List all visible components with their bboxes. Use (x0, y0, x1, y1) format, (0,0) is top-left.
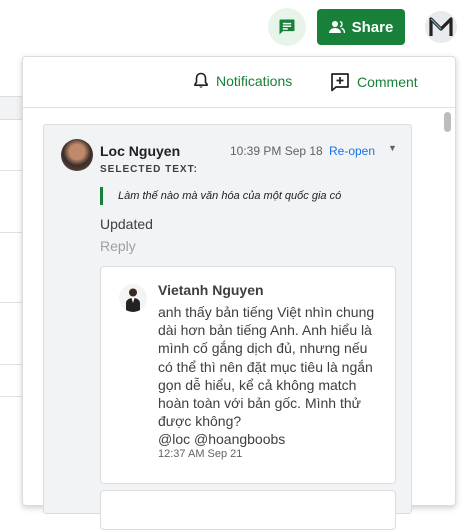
column-header-strip (0, 96, 24, 120)
comment-thread[interactable]: Loc Nguyen 10:39 PM Sep 18 Re-open ▼ SEL… (43, 124, 412, 530)
reply-author: Vietanh Nguyen (158, 282, 264, 298)
comment-bubble-icon (279, 19, 295, 35)
quote-bar (100, 187, 103, 205)
person-icon (328, 20, 345, 34)
account-logo-icon (429, 17, 453, 36)
reply-text: anh thấy bản tiếng Việt nhìn chung dài h… (158, 304, 375, 430)
grid-line (0, 170, 24, 171)
reply-timestamp: 12:37 AM Sep 21 (158, 448, 243, 460)
spreadsheet-background (0, 56, 24, 495)
reply-button[interactable]: Reply (100, 238, 136, 254)
reply-body: anh thấy bản tiếng Việt nhìn chung dài h… (158, 303, 382, 449)
selected-text-quote: Làm thế nào mà văn hóa của một quốc gia … (118, 190, 342, 202)
more-options-icon[interactable]: ▼ (388, 143, 397, 153)
scrollbar-thumb[interactable] (444, 112, 451, 132)
avatar (61, 139, 93, 171)
scrollbar[interactable] (443, 109, 451, 507)
bell-icon (194, 72, 208, 88)
grid-line (0, 232, 24, 233)
comment-history-button[interactable] (268, 8, 306, 46)
share-button[interactable]: Share (317, 9, 405, 45)
add-comment-button[interactable]: Comment (330, 72, 418, 92)
reply-comment-partial (100, 490, 396, 530)
comment-label: Comment (357, 74, 418, 90)
reopen-link[interactable]: Re-open (329, 144, 375, 158)
avatar (119, 284, 147, 312)
notifications-button[interactable]: Notifications (193, 72, 292, 89)
grid-line (0, 302, 24, 303)
comment-timestamp: 10:39 PM Sep 18 (230, 144, 323, 158)
comment-body: Updated (100, 216, 153, 232)
share-label: Share (351, 18, 394, 36)
grid-line (0, 396, 24, 397)
grid-line (0, 364, 24, 365)
selected-text-label: SELECTED TEXT: (100, 164, 198, 175)
notifications-label: Notifications (216, 72, 293, 89)
comment-author: Loc Nguyen (100, 143, 181, 159)
reply-mentions: @loc @hoangboobs (158, 431, 286, 448)
comments-panel-header: Notifications Comment (23, 57, 455, 108)
person-photo-icon (119, 284, 147, 312)
account-avatar[interactable] (425, 11, 457, 43)
reply-comment: Vietanh Nguyen anh thấy bản tiếng Việt n… (100, 266, 396, 484)
comments-panel: Notifications Comment Loc Nguyen 10:39 P… (22, 56, 456, 530)
add-comment-icon (331, 73, 349, 92)
